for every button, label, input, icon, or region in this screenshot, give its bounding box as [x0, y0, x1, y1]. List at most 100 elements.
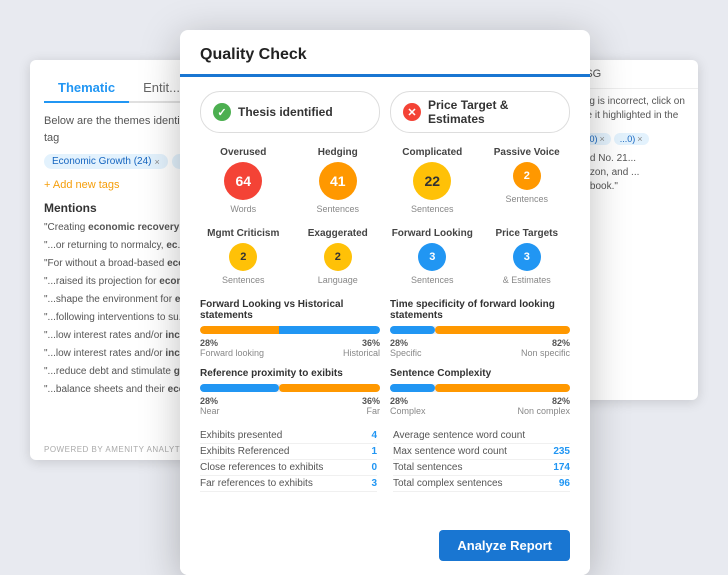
stat-label: Total sentences: [393, 462, 463, 473]
bar-pct-left: 28%: [200, 396, 218, 406]
stat-avg-word-count: Average sentence word count: [393, 428, 570, 444]
modal-body: ✓ Thesis identified ✕ Price Target & Est…: [180, 77, 590, 520]
stat-label: Max sentence word count: [393, 446, 507, 457]
tag-economic[interactable]: Economic Growth (24) ×: [44, 154, 168, 169]
metrics-row-2: Mgmt Criticism 2 Sentences Exaggerated 2…: [200, 228, 570, 285]
stat-label: Exhibits presented: [200, 430, 282, 441]
rp-item: ...azon, and ...: [576, 167, 690, 178]
metric-hedging: Hedging 41 Sentences: [295, 147, 382, 214]
modal-footer: Analyze Report: [180, 520, 590, 575]
bar-label-right: Historical: [343, 348, 380, 358]
bar-label-left: Forward looking: [200, 348, 264, 358]
stat-far-references: Far references to exhibits 3: [200, 476, 377, 492]
bar-pct-right: 82%: [552, 338, 570, 348]
rp-tag-remove[interactable]: ×: [600, 134, 605, 144]
metric-hedging-sub: Sentences: [295, 204, 382, 214]
bar-sentence-complexity: Sentence Complexity 28% 82% Complex Non …: [390, 368, 570, 416]
metric-price-sub: & Estimates: [484, 275, 571, 285]
bar-title: Reference proximity to exibits: [200, 368, 380, 379]
bar-label-left: Near: [200, 406, 220, 416]
metric-passive-voice: Passive Voice 2 Sentences: [484, 147, 571, 214]
metric-exaggerated-sub: Language: [295, 275, 382, 285]
stat-value: 174: [553, 462, 570, 473]
bar-track: [390, 384, 570, 392]
bar-pct-right: 36%: [362, 338, 380, 348]
bar-text-labels: Complex Non complex: [390, 406, 570, 416]
stat-value: 4: [371, 430, 377, 441]
quality-check-modal: Quality Check ✓ Thesis identified ✕ Pric…: [180, 30, 590, 575]
thesis-row: ✓ Thesis identified ✕ Price Target & Est…: [200, 91, 570, 133]
stat-exhibits-referenced: Exhibits Referenced 1: [200, 444, 377, 460]
stat-max-word-count: Max sentence word count 235: [393, 444, 570, 460]
bar-text-labels: Specific Non specific: [390, 348, 570, 358]
thesis-identified-pill: ✓ Thesis identified: [200, 91, 380, 133]
stat-complex-sentences: Total complex sentences 96: [393, 476, 570, 492]
price-target-label: Price Target & Estimates: [428, 98, 557, 126]
bar-pct-left: 28%: [390, 338, 408, 348]
bar-fill-left: [390, 326, 435, 334]
metric-overused-label: Overused: [200, 147, 287, 158]
metric-overused-bubble: 64: [224, 162, 262, 200]
tab-thematic[interactable]: Thematic: [44, 74, 129, 103]
bar-forward-historical: Forward Looking vs Historical statements…: [200, 299, 380, 358]
bar-track: [200, 384, 380, 392]
stat-value: 0: [371, 462, 377, 473]
stat-label: Total complex sentences: [393, 478, 503, 489]
tag-remove-icon[interactable]: ×: [154, 157, 159, 167]
bar-text-labels: Near Far: [200, 406, 380, 416]
metric-overused-sub: Words: [200, 204, 287, 214]
metric-mgmt-bubble: 2: [229, 243, 257, 271]
rp-tag-label: ...0): [620, 134, 636, 144]
metric-passive-bubble: 2: [513, 162, 541, 190]
bar-track: [390, 326, 570, 334]
metric-complicated-label: Complicated: [389, 147, 476, 158]
bar-labels: 28% 82%: [390, 396, 570, 406]
bar-labels: 28% 36%: [200, 396, 380, 406]
metric-price-targets: Price Targets 3 & Estimates: [484, 228, 571, 285]
metric-mgmt-label: Mgmt Criticism: [200, 228, 287, 239]
bar-title: Forward Looking vs Historical statements: [200, 299, 380, 321]
rp-tag-remove[interactable]: ×: [637, 134, 642, 144]
x-icon: ✕: [403, 103, 421, 121]
rp-item: ...ebook.": [576, 181, 690, 192]
bar-title: Time specificity of forward looking stat…: [390, 299, 570, 321]
bar-time-specificity: Time specificity of forward looking stat…: [390, 299, 570, 358]
bar-label-right: Far: [367, 406, 381, 416]
stats-right: Average sentence word count Max sentence…: [393, 428, 570, 492]
metric-complicated: Complicated 22 Sentences: [389, 147, 476, 214]
bar-label-left: Complex: [390, 406, 426, 416]
metric-exaggerated: Exaggerated 2 Language: [295, 228, 382, 285]
rp-tag-2[interactable]: ...0) ×: [614, 133, 649, 145]
bar-fill-left: [200, 384, 279, 392]
analyze-report-button[interactable]: Analyze Report: [439, 530, 570, 561]
bar-label-left: Specific: [390, 348, 422, 358]
bar-track: [200, 326, 380, 334]
metric-overused: Overused 64 Words: [200, 147, 287, 214]
stat-value: 96: [559, 478, 570, 489]
metric-passive-sub: Sentences: [484, 194, 571, 204]
stat-close-references: Close references to exhibits 0: [200, 460, 377, 476]
check-icon: ✓: [213, 103, 231, 121]
bar-pct-right: 82%: [552, 396, 570, 406]
bar-labels: 28% 36%: [200, 338, 380, 348]
metrics-row-1: Overused 64 Words Hedging 41 Sentences C…: [200, 147, 570, 214]
stat-label: Average sentence word count: [393, 430, 525, 441]
metric-forward-sub: Sentences: [389, 275, 476, 285]
metric-price-bubble: 3: [513, 243, 541, 271]
bar-fill-left: [200, 326, 279, 334]
metric-exaggerated-bubble: 2: [324, 243, 352, 271]
stat-label: Close references to exhibits: [200, 462, 323, 473]
bar-pct-left: 28%: [390, 396, 408, 406]
bar-reference-proximity: Reference proximity to exibits 28% 36% N…: [200, 368, 380, 416]
metric-complicated-sub: Sentences: [389, 204, 476, 214]
bar-fill-right: [279, 384, 380, 392]
metric-forward-bubble: 3: [418, 243, 446, 271]
metric-mgmt: Mgmt Criticism 2 Sentences: [200, 228, 287, 285]
bars-section: Forward Looking vs Historical statements…: [200, 299, 570, 416]
tag-label: Economic Growth (24): [52, 156, 151, 167]
bar-label-right: Non specific: [521, 348, 570, 358]
bar-text-labels: Forward looking Historical: [200, 348, 380, 358]
metric-mgmt-sub: Sentences: [200, 275, 287, 285]
bar-label-right: Non complex: [517, 406, 570, 416]
metric-passive-label: Passive Voice: [484, 147, 571, 158]
